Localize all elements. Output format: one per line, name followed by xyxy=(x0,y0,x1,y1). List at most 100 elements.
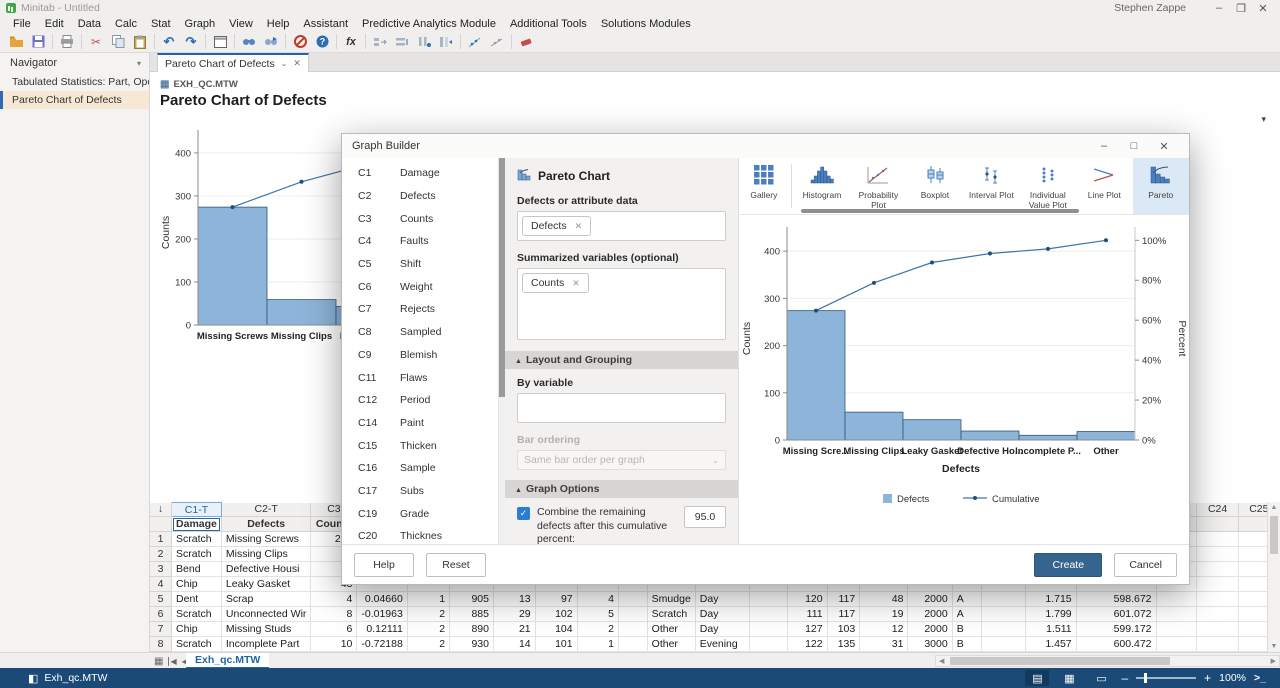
gallery-item-gallery[interactable]: Gallery xyxy=(739,158,789,214)
cell[interactable]: Scratch xyxy=(172,637,222,652)
cell[interactable]: 1.511 xyxy=(1025,622,1076,637)
cell[interactable]: 601.072 xyxy=(1076,607,1156,622)
cell[interactable]: 600.472 xyxy=(1076,637,1156,652)
cell[interactable]: Missing Studs xyxy=(221,622,311,637)
cell[interactable]: B xyxy=(952,622,981,637)
reset-button[interactable]: Reset xyxy=(426,553,486,577)
cell[interactable]: -0.72188 xyxy=(357,637,407,652)
cell[interactable]: 101 xyxy=(535,637,577,652)
gallery-item-line-plot[interactable]: Line Plot xyxy=(1076,158,1132,214)
cell[interactable] xyxy=(1197,607,1238,622)
column-header-c1-t[interactable]: C1-T xyxy=(172,503,222,517)
gallery-item-histogram[interactable]: Histogram xyxy=(794,158,850,214)
menu-additional-tools[interactable]: Additional Tools xyxy=(503,18,594,30)
column-list-item-c8[interactable]: C8Sampled xyxy=(342,321,498,344)
cell[interactable]: 103 xyxy=(827,622,860,637)
cell[interactable] xyxy=(981,607,1025,622)
maximize-icon[interactable]: ❐ xyxy=(1230,2,1252,15)
column-list-item-c11[interactable]: C11Flaws xyxy=(342,366,498,389)
column-list-item-c2[interactable]: C2Defects xyxy=(342,185,498,208)
row-number[interactable]: 3 xyxy=(150,562,172,577)
cell[interactable]: Other xyxy=(647,637,695,652)
column-list-item-c5[interactable]: C5Shift xyxy=(342,253,498,276)
cell[interactable]: A xyxy=(952,592,981,607)
cell[interactable] xyxy=(1156,592,1197,607)
cell[interactable]: 10 xyxy=(311,637,357,652)
cell[interactable]: Scratch xyxy=(647,607,695,622)
cell[interactable]: Dent xyxy=(172,592,222,607)
cell[interactable]: 905 xyxy=(450,592,494,607)
cell[interactable]: Other xyxy=(647,622,695,637)
cell[interactable]: 12 xyxy=(860,622,908,637)
menu-solutions-modules[interactable]: Solutions Modules xyxy=(594,18,698,30)
cell[interactable]: 31 xyxy=(860,637,908,652)
cell[interactable]: 1.715 xyxy=(1025,592,1076,607)
cell[interactable]: 2000 xyxy=(908,592,952,607)
menu-graph[interactable]: Graph xyxy=(178,18,223,30)
column-header-c24[interactable]: C24 xyxy=(1197,503,1238,517)
dialog-minimize-icon[interactable]: – xyxy=(1089,140,1119,152)
cell[interactable]: 8 xyxy=(311,607,357,622)
insert-rows-icon[interactable] xyxy=(392,33,412,51)
cell[interactable]: -0.01963 xyxy=(357,607,407,622)
cell[interactable]: 1 xyxy=(407,592,449,607)
cell[interactable] xyxy=(981,622,1025,637)
menu-help[interactable]: Help xyxy=(260,18,297,30)
cell[interactable]: Evening xyxy=(695,637,750,652)
gallery-item-boxplot[interactable]: Boxplot xyxy=(907,158,963,214)
cell[interactable]: Smudge xyxy=(647,592,695,607)
column-list-item-c4[interactable]: C4Faults xyxy=(342,230,498,253)
print-icon[interactable] xyxy=(57,33,77,51)
cell[interactable]: 2000 xyxy=(908,607,952,622)
dialog-title-bar[interactable]: Graph Builder – □ ✕ xyxy=(342,134,1189,158)
cell[interactable] xyxy=(750,607,788,622)
cancel-button[interactable]: Cancel xyxy=(1114,553,1177,577)
show-window-icon[interactable]: ▭ xyxy=(1089,670,1113,686)
navigator-item-tabulated-statistics-part-oper[interactable]: Tabulated Statistics: Part, Operator xyxy=(0,73,149,91)
cell[interactable]: 19 xyxy=(860,607,908,622)
cell[interactable]: 0.12111 xyxy=(357,622,407,637)
gallery-item-interval-plot[interactable]: Interval Plot xyxy=(963,158,1019,214)
help-icon[interactable]: ? xyxy=(312,33,332,51)
zoom-slider[interactable] xyxy=(1136,677,1196,679)
close-icon[interactable]: ✕ xyxy=(1252,2,1274,15)
row-number[interactable]: 4 xyxy=(150,577,172,592)
copy-icon[interactable] xyxy=(108,33,128,51)
scroll-right-icon[interactable]: ▶ xyxy=(1271,657,1276,665)
cell[interactable]: 29 xyxy=(493,607,535,622)
cell[interactable]: Day xyxy=(695,622,750,637)
navigator-header[interactable]: Navigator ▾ xyxy=(0,53,149,73)
formula-icon[interactable]: fx xyxy=(341,33,361,51)
brush-points-icon[interactable] xyxy=(465,33,485,51)
cell[interactable] xyxy=(1197,637,1238,652)
column-list-item-c17[interactable]: C17Subs xyxy=(342,480,498,503)
open-project-icon[interactable] xyxy=(6,33,26,51)
cell[interactable] xyxy=(981,592,1025,607)
cell[interactable]: 13 xyxy=(493,592,535,607)
column-list-item-c16[interactable]: C16Sample xyxy=(342,457,498,480)
cell[interactable]: 598.672 xyxy=(1076,592,1156,607)
eraser-icon[interactable] xyxy=(516,33,536,51)
column-list-item-c19[interactable]: C19Grade xyxy=(342,502,498,525)
menu-stat[interactable]: Stat xyxy=(144,18,178,30)
menu-data[interactable]: Data xyxy=(71,18,108,30)
insert-columns-icon[interactable] xyxy=(414,33,434,51)
cell[interactable]: 127 xyxy=(788,622,827,637)
new-window-icon[interactable] xyxy=(210,33,230,51)
cell[interactable]: Unconnected Wir xyxy=(221,607,311,622)
row-number[interactable]: 1 xyxy=(150,532,172,547)
column-list-item-c7[interactable]: C7Rejects xyxy=(342,298,498,321)
cell[interactable] xyxy=(618,607,647,622)
cell[interactable]: Bend xyxy=(172,562,222,577)
summarized-drop-zone[interactable]: Counts ✕ xyxy=(517,268,726,340)
undo-icon[interactable]: ↶ xyxy=(159,33,179,51)
cell[interactable]: 1 xyxy=(577,637,618,652)
cell[interactable] xyxy=(1197,577,1238,592)
cell[interactable] xyxy=(1197,547,1238,562)
zoom-in-icon[interactable]: + xyxy=(1204,671,1211,685)
dialog-maximize-icon[interactable]: □ xyxy=(1119,140,1149,152)
cell[interactable]: Missing Screws xyxy=(221,532,311,547)
select-points-icon[interactable] xyxy=(487,33,507,51)
create-button[interactable]: Create xyxy=(1034,553,1102,577)
gallery-item-individual-value-plot[interactable]: Individual Value Plot xyxy=(1020,158,1076,214)
